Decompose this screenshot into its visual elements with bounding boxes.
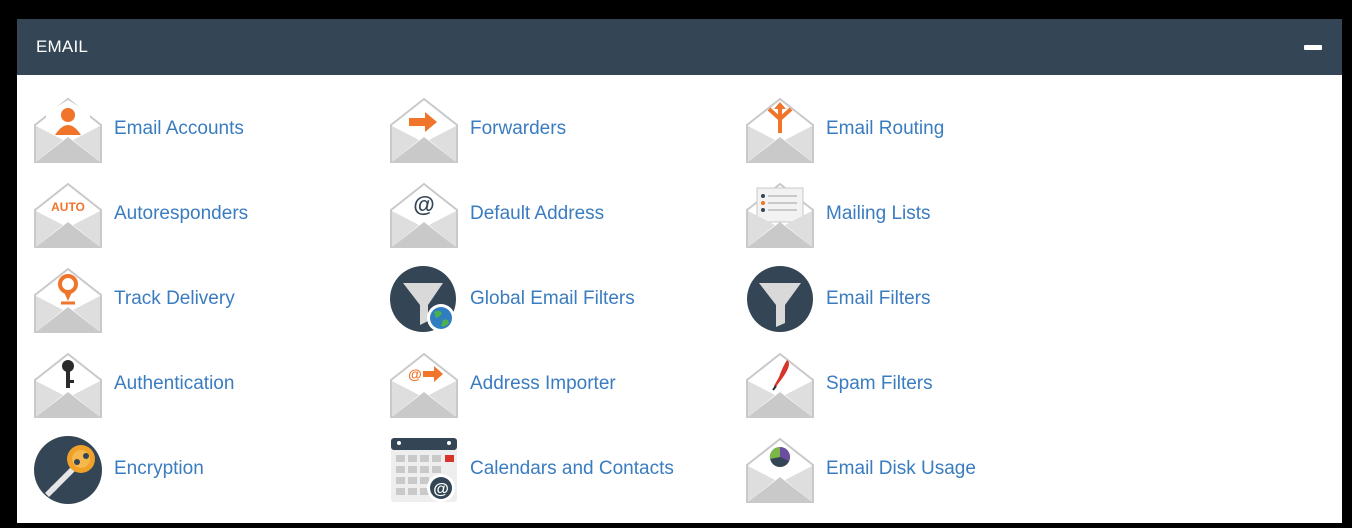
item-email-disk-usage[interactable]: Email Disk Usage (745, 435, 1085, 505)
item-label[interactable]: Encryption (114, 458, 204, 480)
item-forwarders[interactable]: Forwarders (389, 95, 729, 165)
calendars-and-contacts-icon: @ (391, 438, 457, 502)
email-panel: EMAIL Email Accounts Forwarders Email Ro… (17, 19, 1342, 523)
item-email-accounts[interactable]: Email Accounts (33, 95, 373, 165)
email-filters-icon (747, 266, 813, 332)
minus-icon (1304, 45, 1322, 50)
item-label[interactable]: Forwarders (470, 118, 566, 140)
encryption-icon (34, 436, 102, 504)
item-label[interactable]: Global Email Filters (470, 288, 635, 310)
item-track-delivery[interactable]: Track Delivery (33, 265, 373, 335)
item-spam-filters[interactable]: Spam Filters (745, 350, 1085, 420)
item-default-address[interactable]: @ Default Address (389, 180, 729, 250)
email-disk-usage-icon (746, 437, 814, 503)
item-label[interactable]: Address Importer (470, 373, 616, 395)
item-label[interactable]: Mailing Lists (826, 203, 931, 225)
item-label[interactable]: Spam Filters (826, 373, 933, 395)
item-authentication[interactable]: Authentication (33, 350, 373, 420)
item-encryption[interactable]: Encryption (33, 435, 373, 505)
icon-text: @ (433, 481, 449, 498)
spam-filters-icon (746, 352, 814, 418)
item-label[interactable]: Autoresponders (114, 203, 248, 225)
item-label[interactable]: Email Accounts (114, 118, 244, 140)
item-label[interactable]: Default Address (470, 203, 604, 225)
collapse-button[interactable] (1302, 38, 1324, 56)
item-email-filters[interactable]: Email Filters (745, 265, 1085, 335)
default-address-icon: @ (390, 182, 458, 248)
global-email-filters-icon (390, 266, 456, 332)
item-label[interactable]: Track Delivery (114, 288, 235, 310)
item-email-routing[interactable]: Email Routing (745, 95, 1085, 165)
item-label[interactable]: Email Routing (826, 118, 944, 140)
item-mailing-lists[interactable]: Mailing Lists (745, 180, 1085, 250)
item-autoresponders[interactable]: AUTO Autoresponders (33, 180, 373, 250)
item-address-importer[interactable]: @ Address Importer (389, 350, 729, 420)
email-accounts-icon (34, 97, 102, 163)
item-label[interactable]: Authentication (114, 373, 234, 395)
autoresponders-icon: AUTO (34, 182, 102, 248)
item-global-email-filters[interactable]: Global Email Filters (389, 265, 729, 335)
icon-text: AUTO (51, 200, 85, 214)
icon-text: @ (413, 192, 434, 217)
panel-header: EMAIL (17, 19, 1342, 75)
item-label[interactable]: Calendars and Contacts (470, 458, 674, 480)
item-label[interactable]: Email Filters (826, 288, 931, 310)
item-calendars-and-contacts[interactable]: @ Calendars and Contacts (389, 435, 729, 505)
track-delivery-icon (34, 267, 102, 333)
email-routing-icon (746, 97, 814, 163)
forwarders-icon (390, 97, 458, 163)
icon-text: @ (408, 366, 422, 382)
authentication-icon (34, 352, 102, 418)
address-importer-icon: @ (390, 352, 458, 418)
panel-title: EMAIL (36, 37, 89, 56)
mailing-lists-icon (746, 182, 814, 248)
item-label[interactable]: Email Disk Usage (826, 458, 976, 480)
